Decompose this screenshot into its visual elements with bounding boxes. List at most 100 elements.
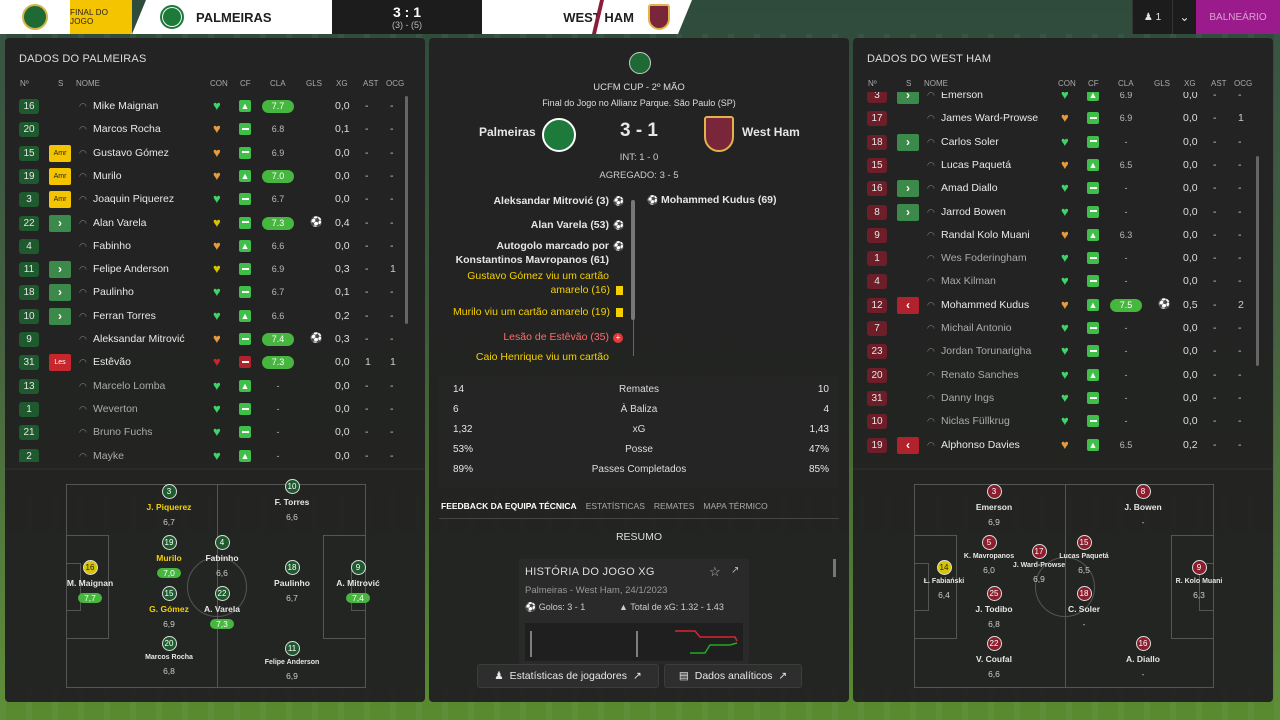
col-cla[interactable]: CLA [1118,79,1134,88]
pitch-player[interactable]: 18 C. Soler - [1044,586,1124,632]
player-name[interactable]: Amad Diallo [941,182,998,194]
pitch-player[interactable]: 11 Felipe Anderson 6,9 [252,641,332,684]
col-ast[interactable]: AST [1211,79,1227,88]
player-name[interactable]: Wes Foderingham [941,252,1027,264]
col-xg[interactable]: XG [1184,79,1196,88]
table-row[interactable]: 10 ◠ Niclas Füllkrug ♥ - 0,0 - - [853,410,1263,433]
tab-feedback[interactable]: FEEDBACK DA EQUIPA TÉCNICA [441,501,577,511]
tab-estatisticas[interactable]: ESTATÍSTICAS [586,501,645,511]
table-row[interactable]: 10 › ◠ Ferran Torres ♥ ▲ 6.6 0,2 - - [5,305,415,328]
player-name[interactable]: Mayke [93,450,124,462]
player-name[interactable]: James Ward-Prowse [941,112,1038,124]
col-cf[interactable]: CF [240,79,251,88]
pitch-player[interactable]: 22 A. Varela 7,3 [182,586,262,632]
table-row[interactable]: 16 › ◠ Amad Diallo ♥ - 0,0 - - [853,177,1263,200]
player-name[interactable]: Aleksandar Mitrović [93,333,185,345]
table-row[interactable]: 13 ◠ Marcelo Lomba ♥ ▲ - 0,0 - - [5,375,415,398]
table-row[interactable]: 9 ◠ Randal Kolo Muani ♥ ▲ 6.3 0,0 - - [853,224,1263,247]
pitch-player[interactable]: 10 F. Torres 6,6 [252,479,332,525]
col-status[interactable]: S [58,79,63,88]
analytics-button[interactable]: ▤ Dados analíticos ↗ [664,664,802,688]
away-team-label[interactable]: West Ham [742,125,800,139]
col-con[interactable]: CON [1058,79,1076,88]
balneario-button[interactable]: BALNEÁRIO [1196,0,1280,34]
manager-button[interactable]: ♟ 1 [1132,0,1172,34]
player-name[interactable]: Bruno Fuchs [93,426,153,438]
player-name[interactable]: Niclas Füllkrug [941,415,1010,427]
home-team-tab[interactable]: PALMEIRAS [132,0,332,34]
table-row[interactable]: 2 ◠ Mayke ♥ ▲ - 0,0 - - [5,445,415,462]
home-team-label[interactable]: Palmeiras [479,125,536,139]
table-row[interactable]: 18 › ◠ Carlos Soler ♥ - 0,0 - - [853,131,1263,154]
player-stats-button[interactable]: ♟ Estatísticas de jogadores ↗ [477,664,659,688]
col-name[interactable]: NOME [924,79,948,88]
xg-history-card[interactable]: HISTÓRIA DO JOGO XG ☆ ↗ Palmeiras - West… [519,559,749,664]
away-team-tab[interactable]: WEST HAM [482,0,692,34]
star-icon[interactable]: ☆ [709,564,721,580]
table-row[interactable]: 4 ◠ Max Kilman ♥ - 0,0 - - [853,270,1263,293]
pitch-player[interactable]: 15 Lucas Paquetá 6,5 [1044,535,1124,578]
table-row[interactable]: 19 ‹ ◠ Alphonso Davies ♥ ▲ 6.5 0,2 - - [853,434,1263,457]
table-row[interactable]: 15 Amr ◠ Gustavo Gómez ♥ 6.9 0,0 - - [5,142,415,165]
player-name[interactable]: Lucas Paquetá [941,159,1011,171]
events-scrollbar[interactable] [631,200,635,320]
table-row[interactable]: 19 Amr ◠ Murilo ♥ ▲ 7.0 0,0 - - [5,165,415,188]
col-ocg[interactable]: OCG [386,79,404,88]
external-link-icon[interactable]: ↗ [731,565,739,576]
table-row[interactable]: 11 › ◠ Felipe Anderson ♥ 6.9 0,3 - 1 [5,258,415,281]
col-gls[interactable]: GLS [306,79,322,88]
player-name[interactable]: Emerson [941,92,983,101]
pitch-player[interactable]: 9 R. Kolo Muani 6,3 [1159,560,1239,603]
table-row[interactable]: 3 › ◠ Emerson ♥ ▲ 6.9 0,0 - - [853,92,1263,107]
tab-mapa-termico[interactable]: MAPA TÉRMICO [703,501,767,511]
table-row[interactable]: 23 ◠ Jordan Torunarigha ♥ - 0,0 - - [853,340,1263,363]
table-row[interactable]: 8 › ◠ Jarrod Bowen ♥ - 0,0 - - [853,201,1263,224]
player-name[interactable]: Alphonso Davies [941,439,1020,451]
table-row[interactable]: 31 Les ◠ Estêvão ♥ 7.3 0,0 1 1 [5,351,415,374]
player-name[interactable]: Murilo [93,170,122,182]
col-xg[interactable]: XG [336,79,348,88]
pitch-player[interactable]: 20 Marcos Rocha 6,8 [129,636,209,679]
player-name[interactable]: Ferran Torres [93,310,156,322]
player-name[interactable]: Gustavo Gómez [93,147,169,159]
table-row[interactable]: 31 ◠ Danny Ings ♥ - 0,0 - - [853,387,1263,410]
col-ocg[interactable]: OCG [1234,79,1252,88]
table-row[interactable]: 7 ◠ Michail Antonio ♥ - 0,0 - - [853,317,1263,340]
pitch-player[interactable]: 25 J. Todibo 6,8 [954,586,1034,632]
table-row[interactable]: 1 ◠ Wes Foderingham ♥ - 0,0 - - [853,247,1263,270]
table-row[interactable]: 15 ◠ Lucas Paquetá ♥ ▲ 6.5 0,0 - - [853,154,1263,177]
table-row[interactable]: 16 ◠ Mike Maignan ♥ ▲ 7.7 0,0 - - [5,95,415,118]
pitch-player[interactable]: 9 A. Mitrović 7,4 [318,560,398,606]
menu-dropdown-button[interactable]: ⌄ [1172,0,1196,34]
player-name[interactable]: Michail Antonio [941,322,1012,334]
table-row[interactable]: 4 ◠ Fabinho ♥ ▲ 6.6 0,0 - - [5,235,415,258]
player-name[interactable]: Mohammed Kudus [941,299,1029,311]
player-name[interactable]: Marcos Rocha [93,123,161,135]
table-row[interactable]: 18 › ◠ Paulinho ♥ 6.7 0,1 - - [5,281,415,304]
table-row[interactable]: 20 ◠ Marcos Rocha ♥ 6.8 0,1 - - [5,118,415,141]
player-name[interactable]: Carlos Soler [941,136,999,148]
pitch-player[interactable]: 22 V. Coufal 6,6 [954,636,1034,682]
competition-logo[interactable] [0,0,70,34]
col-status[interactable]: S [906,79,911,88]
pitch-player[interactable]: 4 Fabinho 6,6 [182,535,262,581]
player-name[interactable]: Randal Kolo Muani [941,229,1030,241]
player-name[interactable]: Estêvão [93,356,131,368]
player-name[interactable]: Jordan Torunarigha [941,345,1031,357]
table-row[interactable]: 21 ◠ Bruno Fuchs ♥ - 0,0 - - [5,421,415,444]
table-row[interactable]: 9 ◠ Aleksandar Mitrović ♥ 7.4 ⚽ 0,3 - - [5,328,415,351]
col-ast[interactable]: AST [363,79,379,88]
player-name[interactable]: Max Kilman [941,275,996,287]
col-num[interactable]: Nº [20,79,29,88]
table-row[interactable]: 1 ◠ Weverton ♥ - 0,0 - - [5,398,415,421]
col-cla[interactable]: CLA [270,79,286,88]
pitch-player[interactable]: 16 M. Maignan 7,7 [50,560,130,606]
player-name[interactable]: Fabinho [93,240,131,252]
player-name[interactable]: Jarrod Bowen [941,206,1006,218]
player-name[interactable]: Weverton [93,403,138,415]
player-name[interactable]: Danny Ings [941,392,994,404]
col-num[interactable]: Nº [868,79,877,88]
col-con[interactable]: CON [210,79,228,88]
player-name[interactable]: Alan Varela [93,217,147,229]
player-name[interactable]: Marcelo Lomba [93,380,165,392]
